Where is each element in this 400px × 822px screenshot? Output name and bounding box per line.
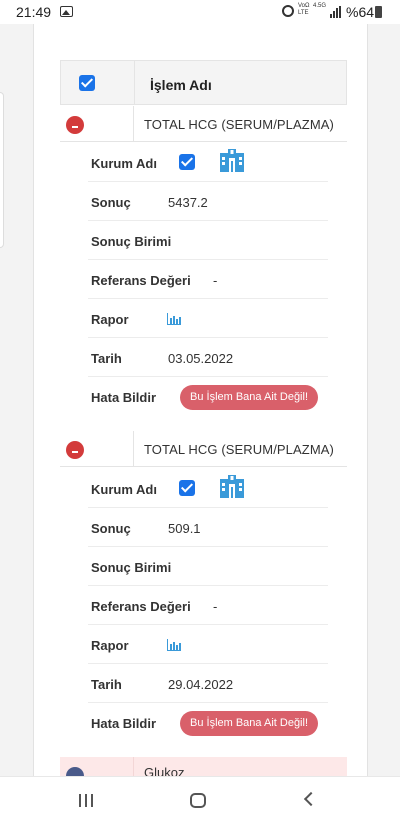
referans-label: Referans Değeri: [91, 273, 191, 288]
sonuc-label: Sonuç: [91, 521, 131, 536]
image-notification-icon: [60, 6, 73, 17]
referans-value: -: [213, 273, 218, 288]
hata-label: Hata Bildir: [91, 390, 157, 405]
collapse-row-button[interactable]: [66, 441, 84, 459]
recents-icon[interactable]: [79, 794, 95, 807]
referans-value: -: [213, 599, 218, 614]
table-row[interactable]: TOTAL HCG (SERUM/PLAZMA): [60, 106, 347, 142]
rapor-label: Rapor: [91, 638, 129, 653]
detail-row-referans: Referans Değeri -: [88, 260, 328, 299]
test-name: TOTAL HCG (SERUM/PLAZMA): [144, 442, 334, 457]
column-header-islem-adi: İşlem Adı: [150, 77, 212, 93]
sonuc-label: Sonuç: [91, 195, 131, 210]
sonuc-value: 509.1: [168, 521, 201, 536]
tarih-label: Tarih: [91, 351, 122, 366]
detail-row-sonuc: Sonuç 5437.2: [88, 182, 328, 221]
sonuc-value: 5437.2: [168, 195, 208, 210]
kurum-checkbox[interactable]: [179, 480, 195, 496]
kurum-label: Kurum Adı: [91, 482, 157, 497]
signal-icon: [330, 6, 342, 18]
side-drawer-handle[interactable]: [0, 92, 4, 248]
hata-label: Hata Bildir: [91, 716, 157, 731]
table-row[interactable]: Glukoz: [60, 757, 347, 776]
detail-row-kurum: Kurum Adı: [88, 143, 328, 182]
tarih-value: 03.05.2022: [168, 351, 234, 366]
test-name: Glukoz: [144, 765, 185, 776]
report-error-button[interactable]: Bu İşlem Bana Ait Değil!: [180, 385, 319, 410]
battery-percent: %64: [346, 4, 375, 20]
detail-row-birim: Sonuç Birimi: [88, 547, 328, 586]
detail-row-sonuc: Sonuç 509.1: [88, 508, 328, 547]
tarih-value: 29.04.2022: [168, 677, 234, 692]
hospital-icon: [220, 475, 244, 498]
detail-row-rapor: Rapor: [88, 625, 328, 664]
kurum-label: Kurum Adı: [91, 156, 157, 171]
expand-row-button[interactable]: [66, 767, 84, 776]
hospital-icon: [220, 149, 244, 172]
volte-indicator: VoΩ LTE: [298, 3, 310, 16]
detail-row-tarih: Tarih 29.04.2022: [88, 664, 328, 703]
network-gen-indicator: 4.5G: [313, 3, 327, 9]
table-header: İşlem Adı: [60, 60, 347, 105]
detail-row-tarih: Tarih 03.05.2022: [88, 338, 328, 377]
detail-row-birim: Sonuç Birimi: [88, 221, 328, 260]
back-icon[interactable]: [303, 791, 319, 807]
detail-row-rapor: Rapor: [88, 299, 328, 338]
battery-icon: [375, 6, 382, 18]
report-error-button[interactable]: Bu İşlem Bana Ait Değil!: [180, 711, 319, 736]
detail-row-hata: Hata Bildir Bu İşlem Bana Ait Değil!: [88, 377, 328, 416]
table-row[interactable]: TOTAL HCG (SERUM/PLAZMA): [60, 431, 347, 467]
detail-row-kurum: Kurum Adı: [88, 469, 328, 508]
home-icon[interactable]: [190, 793, 206, 808]
collapse-row-button[interactable]: [66, 116, 84, 134]
bar-chart-icon[interactable]: [167, 313, 181, 325]
alarm-icon: [282, 5, 294, 17]
status-time: 21:49: [16, 4, 52, 20]
tarih-label: Tarih: [91, 677, 122, 692]
birim-label: Sonuç Birimi: [91, 234, 172, 249]
system-navigation-bar: [0, 776, 400, 822]
results-table: İşlem Adı TOTAL HCG (SERUM/PLAZMA) Kurum…: [60, 60, 347, 776]
kurum-checkbox[interactable]: [179, 154, 195, 170]
status-bar: 21:49 VoΩ LTE 4.5G %64: [0, 0, 400, 24]
rapor-label: Rapor: [91, 312, 129, 327]
detail-row-referans: Referans Değeri -: [88, 586, 328, 625]
referans-label: Referans Değeri: [91, 599, 191, 614]
detail-row-hata: Hata Bildir Bu İşlem Bana Ait Değil!: [88, 703, 328, 742]
bar-chart-icon[interactable]: [167, 639, 181, 651]
test-name: TOTAL HCG (SERUM/PLAZMA): [144, 117, 334, 132]
select-all-checkbox[interactable]: [79, 75, 95, 91]
birim-label: Sonuç Birimi: [91, 560, 172, 575]
